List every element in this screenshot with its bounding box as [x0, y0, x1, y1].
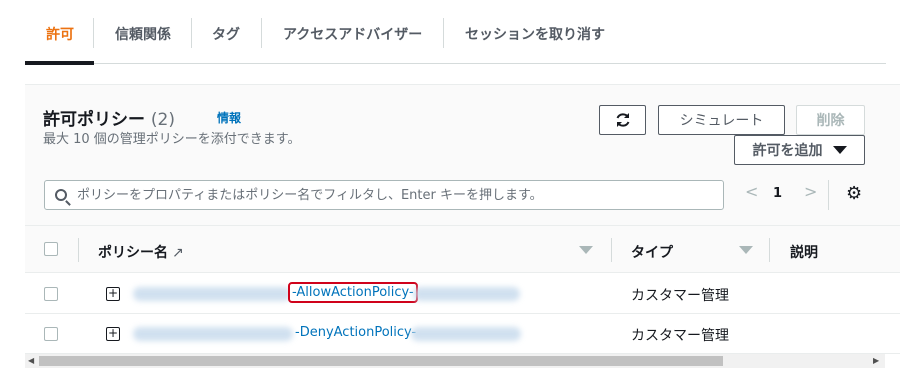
- tab-divider: [191, 18, 192, 48]
- add-permissions-button[interactable]: 許可を追加: [734, 135, 865, 165]
- scroll-left-icon[interactable]: ◀: [28, 356, 34, 365]
- policy-type: カスタマー管理: [631, 288, 729, 304]
- search-input[interactable]: [77, 185, 717, 205]
- select-all-checkbox[interactable]: [44, 242, 58, 256]
- prev-page-button[interactable]: <: [745, 182, 758, 201]
- active-tab-indicator: [25, 61, 94, 65]
- table-header: ポリシー名 ↗ タイプ 説明: [25, 225, 900, 273]
- external-link-icon: ↗: [172, 245, 184, 261]
- policy-type: カスタマー管理: [631, 328, 729, 344]
- policy-name-link[interactable]: -AllowActionPolicy-: [288, 282, 418, 303]
- tab-access-advisor[interactable]: アクセスアドバイザー: [283, 24, 422, 44]
- scroll-right-icon[interactable]: ▶: [873, 356, 879, 365]
- column-divider: [611, 238, 612, 262]
- add-permissions-label: 許可を追加: [752, 143, 823, 159]
- panel-header: 許可ポリシー (2) 情報 最大 10 個の管理ポリシーを添付できます。 シミュ…: [25, 84, 900, 225]
- tab-divider: [93, 18, 94, 48]
- tab-trust-relationships[interactable]: 信頼関係: [115, 24, 171, 44]
- column-header-type[interactable]: タイプ: [631, 242, 673, 262]
- policy-name-link[interactable]: -DenyActionPolicy-: [295, 325, 416, 340]
- next-page-button[interactable]: >: [804, 182, 817, 201]
- expand-icon[interactable]: +: [106, 327, 120, 341]
- redacted-text: [133, 287, 291, 301]
- permissions-policies-panel: 許可ポリシー (2) 情報 最大 10 個の管理ポリシーを添付できます。 シミュ…: [25, 84, 900, 383]
- row-checkbox[interactable]: [44, 287, 58, 301]
- simulate-button[interactable]: シミュレート: [658, 105, 785, 135]
- table-row[interactable]: + -DenyActionPolicy- カスタマー管理: [25, 314, 900, 354]
- panel-description: 最大 10 個の管理ポリシーを添付できます。: [43, 132, 301, 147]
- gear-icon[interactable]: ⚙: [846, 185, 862, 203]
- column-label: ポリシー名: [98, 245, 168, 261]
- search-box[interactable]: [44, 180, 724, 210]
- refresh-button[interactable]: [599, 105, 646, 135]
- column-divider: [769, 238, 770, 262]
- sort-icon[interactable]: [579, 246, 593, 254]
- redacted-text: [411, 327, 521, 341]
- tab-tags[interactable]: タグ: [212, 24, 240, 44]
- info-link[interactable]: 情報: [217, 109, 241, 126]
- tab-divider: [443, 18, 444, 48]
- tab-permissions[interactable]: 許可: [46, 24, 74, 44]
- pager-divider: [828, 180, 829, 210]
- column-divider: [78, 238, 79, 262]
- redacted-text: [133, 327, 293, 341]
- column-header-policy-name[interactable]: ポリシー名 ↗: [98, 242, 184, 262]
- expand-icon[interactable]: +: [106, 287, 120, 301]
- caret-down-icon: [832, 146, 847, 154]
- tab-bar: 許可 信頼関係 タグ アクセスアドバイザー セッションを取り消す: [25, 0, 886, 65]
- row-checkbox[interactable]: [44, 327, 58, 341]
- scrollbar-thumb[interactable]: [39, 356, 723, 366]
- policy-count: (2): [150, 110, 176, 130]
- tab-divider: [261, 18, 262, 48]
- sort-icon[interactable]: [739, 246, 753, 254]
- table-row[interactable]: + -AllowActionPolicy- カスタマー管理: [25, 274, 900, 314]
- horizontal-scrollbar[interactable]: ◀ ▶: [25, 354, 885, 368]
- tab-revoke-sessions[interactable]: セッションを取り消す: [465, 24, 605, 44]
- redacted-text: [413, 287, 520, 301]
- panel-title: 許可ポリシー (2): [43, 105, 175, 130]
- delete-button[interactable]: 削除: [796, 105, 865, 135]
- current-page[interactable]: 1: [773, 186, 782, 201]
- column-header-description[interactable]: 説明: [790, 242, 818, 262]
- search-icon: [55, 189, 67, 201]
- panel-title-text: 許可ポリシー: [43, 110, 145, 130]
- refresh-icon: [616, 113, 629, 127]
